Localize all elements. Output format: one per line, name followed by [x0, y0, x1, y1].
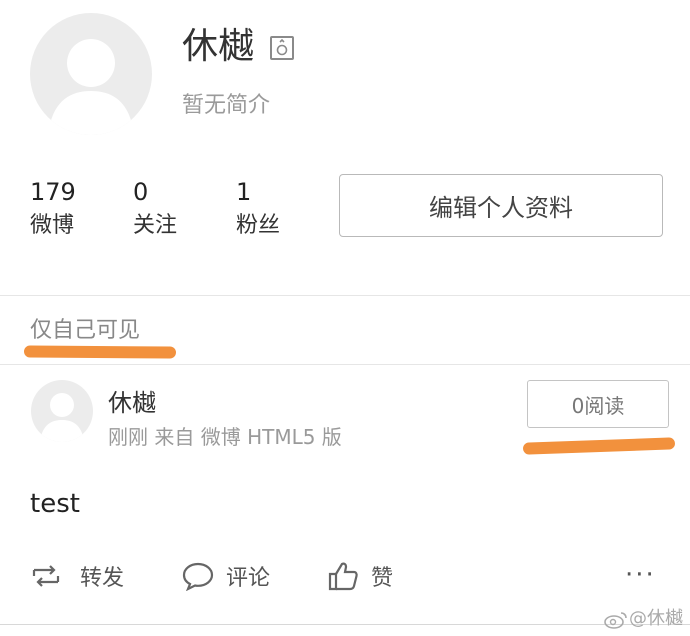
- stat-followers-count: 1: [236, 178, 252, 206]
- edit-profile-button[interactable]: 编辑个人资料: [339, 174, 663, 237]
- stat-followers-label: 粉丝: [236, 213, 281, 238]
- post-text: test: [30, 489, 80, 519]
- visibility-label: 仅自己可见: [30, 318, 141, 343]
- stat-following-count: 0: [133, 178, 149, 206]
- stat-posts-count: 179: [30, 178, 76, 206]
- bottom-divider: [0, 624, 690, 625]
- comment-icon: [182, 562, 214, 591]
- default-avatar-icon: [48, 39, 134, 135]
- stat-posts[interactable]: 179 微博: [30, 175, 76, 243]
- thumbs-up-icon: [328, 562, 358, 591]
- read-count-button[interactable]: 0阅读: [527, 380, 669, 428]
- post-author-avatar[interactable]: [31, 380, 93, 442]
- post-divider: [0, 364, 690, 365]
- profile-avatar[interactable]: [30, 13, 152, 135]
- post-author-name[interactable]: 休樾: [108, 386, 156, 420]
- repost-button[interactable]: 转发: [30, 556, 124, 596]
- default-avatar-icon: [40, 393, 84, 442]
- repost-icon: [32, 565, 60, 587]
- like-label: 赞: [371, 566, 394, 591]
- profile-name: 休樾: [182, 26, 255, 67]
- watermark: @休樾: [603, 606, 683, 632]
- highlight-stroke: [522, 437, 676, 455]
- comment-label: 评论: [226, 566, 271, 591]
- stat-followers[interactable]: 1 粉丝: [236, 175, 280, 243]
- profile-bio: 暂无简介: [182, 93, 271, 118]
- stat-following-label: 关注: [133, 213, 178, 238]
- stat-posts-label: 微博: [30, 213, 75, 238]
- like-button[interactable]: 赞: [327, 556, 393, 596]
- more-options-button[interactable]: ···: [625, 560, 656, 590]
- section-divider: [0, 295, 690, 296]
- repost-label: 转发: [80, 566, 125, 591]
- weibo-logo-icon: [604, 612, 627, 629]
- comment-button[interactable]: 评论: [182, 556, 270, 596]
- stat-following[interactable]: 0 关注: [133, 175, 177, 243]
- highlight-stroke: [23, 345, 177, 359]
- post-meta: 刚刚 来自 微博 HTML5 版: [108, 425, 342, 449]
- gender-male-icon: [270, 36, 294, 60]
- watermark-text: @休樾: [629, 608, 683, 629]
